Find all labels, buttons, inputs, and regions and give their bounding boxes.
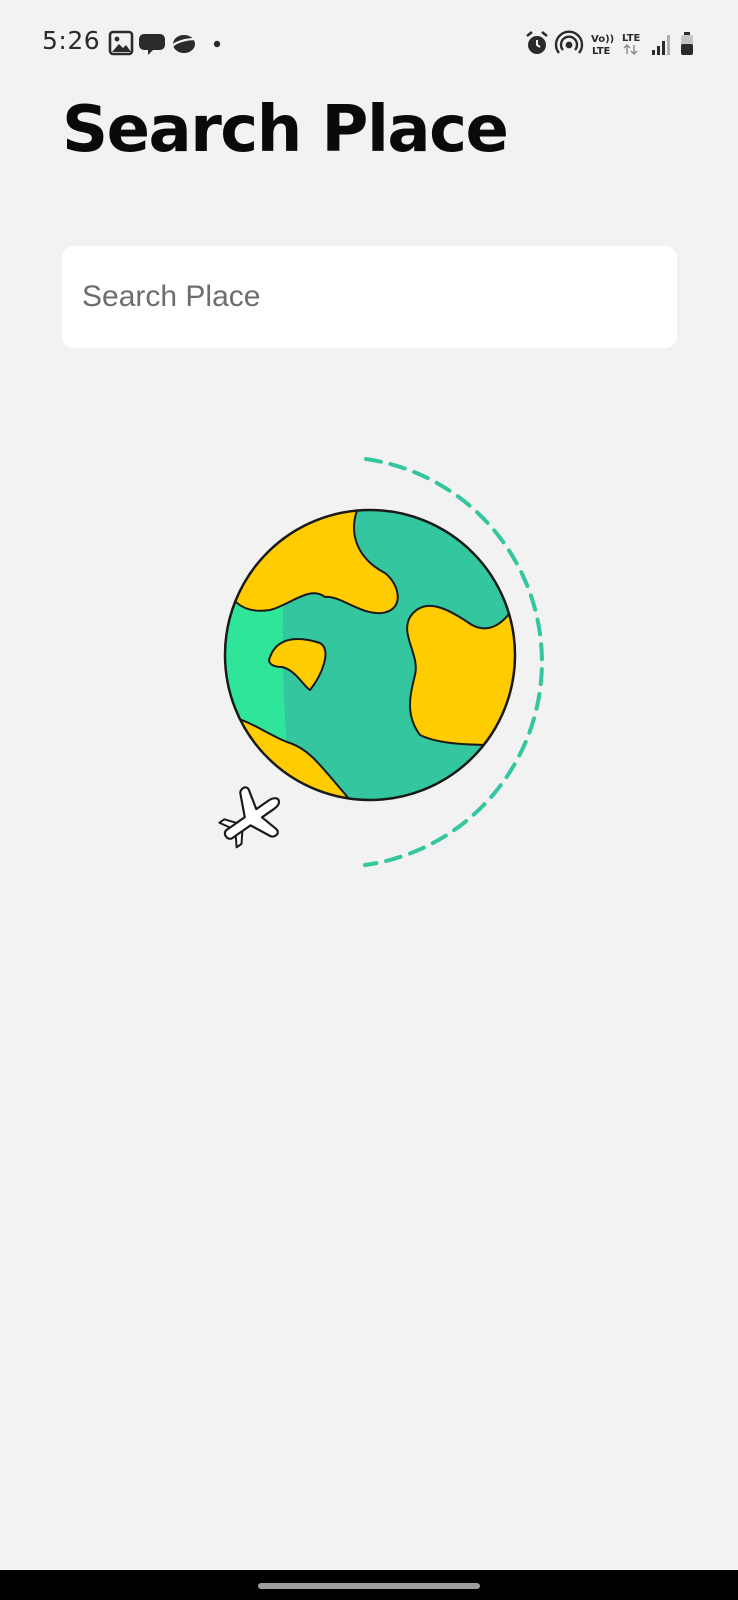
lte-icon: LTE xyxy=(622,33,641,55)
status-right-icons: Vo)) LTE LTE xyxy=(526,30,693,57)
alarm-icon xyxy=(526,31,548,54)
chat-bubble-icon xyxy=(139,34,165,55)
navigation-bar xyxy=(0,1570,738,1600)
page-title: Search Place xyxy=(62,93,509,167)
status-time: 5:26 xyxy=(42,26,101,55)
search-input[interactable] xyxy=(62,246,677,348)
hotspot-icon xyxy=(554,30,584,54)
gallery-icon xyxy=(108,30,134,56)
battery-icon xyxy=(681,32,693,55)
globe-illustration xyxy=(218,457,544,867)
svg-text:LTE: LTE xyxy=(592,46,611,57)
home-indicator[interactable] xyxy=(258,1583,480,1589)
planet-icon xyxy=(170,35,199,53)
notification-dot-icon xyxy=(213,40,221,48)
globe-icon xyxy=(223,508,517,802)
signal-icon xyxy=(652,35,670,55)
svg-text:LTE: LTE xyxy=(622,33,641,44)
status-bar: 5:26 Vo)) LTE LTE xyxy=(0,0,738,88)
volte-icon: Vo)) LTE xyxy=(591,34,614,57)
status-left-icons xyxy=(108,30,221,56)
search-box[interactable] xyxy=(62,246,677,348)
airplane-icon xyxy=(218,786,281,849)
svg-text:Vo)): Vo)) xyxy=(591,34,614,45)
